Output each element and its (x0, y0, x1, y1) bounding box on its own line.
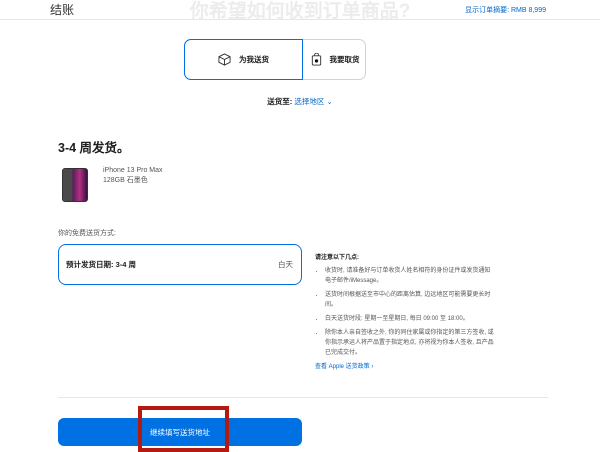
highlight-annotation (138, 406, 229, 452)
notes-heading: 请注意以下几点: (315, 255, 359, 261)
header: 结账 你希望如何收到订单商品? 显示订单摘要: RMB 8,999 (0, 0, 600, 22)
delivery-method-selector: 为我送货 我要取货 (184, 39, 366, 80)
shipping-policy-link[interactable]: 查看 Apple 送货政策 › (315, 362, 495, 372)
note-item: 送货时间根据送至市中心的距离估算, 边远地区可能需要更长时间。 (325, 290, 495, 310)
product-name: iPhone 13 Pro Max (103, 167, 163, 174)
note-item: 收货时, 请准备好与订单收货人姓名相符的身份证件或发货通知电子邮件/iMessa… (325, 266, 495, 286)
chevron-down-icon[interactable]: ⌄ (326, 97, 332, 106)
region-selector[interactable]: 选择地区 (294, 97, 324, 106)
note-item: 除你本人亲自签收之外, 你的同住家属或你指定的第三方签收, 或你指示承运人将产品… (325, 328, 495, 358)
option-pickup[interactable]: 我要取货 (303, 39, 367, 80)
note-item: 白天送货时段: 星期一至星期日, 每日 09:00 至 18:00。 (325, 314, 495, 324)
bag-icon (311, 53, 321, 66)
option-label: 为我送货 (239, 55, 269, 64)
ship-to-label: 送货至: (267, 97, 293, 106)
shipping-heading: 3-4 周发货。 (58, 141, 130, 155)
product-variant: 128GB 石墨色 (103, 177, 148, 184)
shipping-notes: 请注意以下几点: 收货时, 请准备好与订单收货人姓名相符的身份证件或发货通知电子… (315, 253, 495, 372)
shipping-time: 白天 (278, 260, 293, 269)
product-image (62, 168, 88, 202)
order-summary-link[interactable]: 显示订单摘要: RMB 8,999 (465, 5, 546, 15)
product-info: iPhone 13 Pro Max 128GB 石墨色 (103, 166, 163, 186)
shipping-date: 预计发货日期: 3-4 周 (66, 260, 137, 269)
box-icon (218, 53, 231, 66)
ship-to: 送货至: 选择地区 ⌄ (0, 96, 600, 107)
option-label: 我要取货 (329, 55, 360, 64)
shipping-option[interactable]: 预计发货日期: 3-4 周 白天 (58, 244, 302, 285)
option-deliver[interactable]: 为我送货 (184, 39, 303, 80)
free-shipping-label: 你的免费送货方式: (58, 230, 116, 237)
divider (58, 397, 548, 398)
